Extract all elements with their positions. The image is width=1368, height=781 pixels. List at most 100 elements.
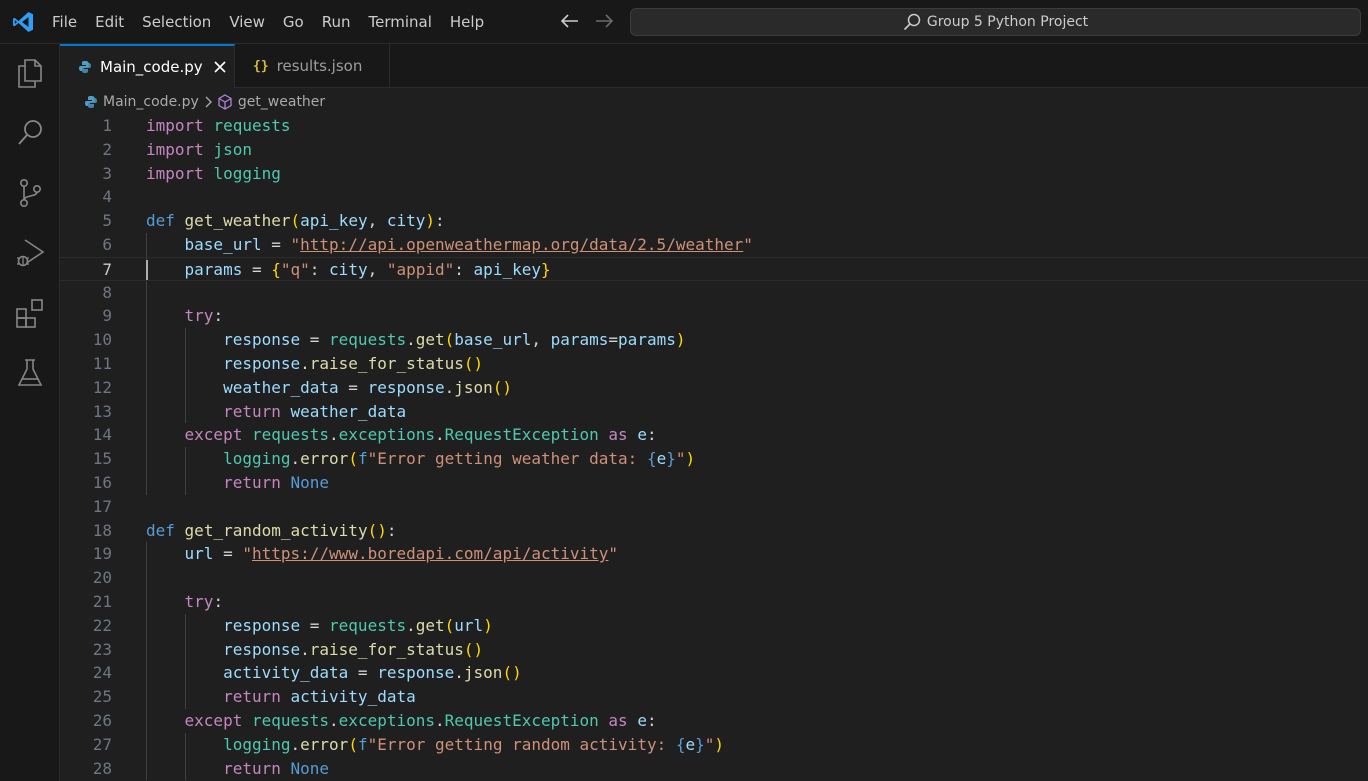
menu-selection[interactable]: Selection (133, 0, 220, 44)
code-token: activity_data (223, 663, 349, 683)
code-line[interactable]: 4 (60, 185, 1368, 209)
code-line[interactable]: 17 (60, 495, 1368, 519)
code-line[interactable]: 9 try: (60, 304, 1368, 329)
code-line[interactable]: 11 response.raise_for_status() (60, 351, 1368, 376)
code-token: response (367, 377, 445, 397)
indent-guide (146, 280, 147, 305)
code-line[interactable]: 27 logging.error(f"Error getting random … (60, 732, 1368, 757)
code-text: return None (146, 757, 329, 781)
source-control-icon[interactable] (14, 177, 46, 209)
code-line[interactable]: 10 response = requests.get(base_url, par… (60, 328, 1368, 352)
vscode-logo-icon[interactable] (11, 10, 35, 34)
title-bar: File Edit Selection View Go Run Terminal… (0, 0, 1368, 44)
code-token: () (367, 520, 387, 540)
code-editor[interactable]: 1 import requests 2 import json 3 import logg… (60, 114, 1368, 781)
back-arrow-icon[interactable] (560, 10, 580, 32)
code-text: except requests.exceptions.RequestExcept… (146, 709, 657, 733)
tab-results-json[interactable]: {} results.json (235, 44, 390, 88)
menu-edit[interactable]: Edit (86, 0, 133, 44)
code-token: . (300, 639, 310, 659)
explorer-icon[interactable] (14, 57, 46, 89)
code-token: ) (714, 734, 725, 754)
code-text: logging.error(f"Error getting random act… (146, 733, 724, 757)
code-line[interactable]: 7 params = {"q": city, "appid": api_key} (60, 256, 1368, 281)
code-line[interactable]: 23 response.raise_for_status() (60, 637, 1368, 662)
tab-main-code[interactable]: Main_code.py (60, 44, 235, 88)
code-token: as (608, 710, 628, 730)
code-line[interactable]: 19 url = "https://www.boredapi.com/api/a… (60, 542, 1368, 567)
menu-go[interactable]: Go (274, 0, 313, 44)
menu-terminal[interactable]: Terminal (360, 0, 441, 44)
code-line[interactable]: 13 return weather_data (60, 399, 1368, 424)
code-line[interactable]: 22 response = requests.get(url) (60, 613, 1368, 638)
code-line[interactable]: 8 (60, 280, 1368, 305)
code-line[interactable]: 24 activity_data = response.json() (60, 661, 1368, 686)
menu-run[interactable]: Run (313, 0, 360, 44)
menu-view[interactable]: View (220, 0, 274, 44)
code-line[interactable]: 12 weather_data = response.json() (60, 375, 1368, 400)
code-line[interactable]: 2 import json (60, 138, 1368, 162)
code-token: : (646, 710, 657, 730)
code-line[interactable]: 18 def get_random_activity(): (60, 519, 1368, 543)
menu-help[interactable]: Help (441, 0, 493, 44)
code-line[interactable]: 3 import logging (60, 162, 1368, 186)
forward-arrow-icon[interactable] (594, 10, 614, 32)
line-number: 14 (92, 425, 112, 445)
code-token: . (444, 377, 455, 397)
search-icon[interactable] (14, 117, 46, 149)
run-debug-icon[interactable] (14, 237, 46, 269)
tab-label: Main_code.py (100, 58, 203, 76)
line-number: 21 (92, 591, 112, 611)
code-text: url = "https://www.boredapi.com/api/acti… (146, 542, 619, 566)
code-token: . (329, 425, 339, 445)
code-token: . (300, 353, 310, 373)
testing-icon[interactable] (14, 357, 46, 389)
code-token: , (367, 211, 387, 231)
code-token: get_weather (184, 211, 291, 231)
code-line[interactable]: 1 import requests (60, 114, 1368, 138)
code-line[interactable]: 25 return activity_data (60, 685, 1368, 709)
menu-file[interactable]: File (43, 0, 86, 44)
editor-area: Main_code.py {} results.json Main_code.p… (60, 44, 1368, 781)
indent-guide (146, 566, 147, 590)
code-line[interactable]: 28 return None (60, 756, 1368, 781)
breadcrumb-symbol[interactable]: get_weather (238, 94, 325, 110)
tab-label: results.json (276, 57, 363, 75)
close-tab-icon[interactable] (213, 60, 227, 74)
code-token: response (223, 330, 301, 350)
line-number: 5 (102, 211, 112, 231)
line-number: 6 (102, 234, 112, 254)
code-token: : (454, 259, 474, 279)
code-text: except requests.exceptions.RequestExcept… (146, 423, 657, 447)
line-number: 28 (92, 758, 112, 778)
code-line[interactable]: 20 (60, 566, 1368, 590)
code-line[interactable]: 26 except requests.exceptions.RequestExc… (60, 708, 1368, 733)
code-token: ) (675, 330, 686, 350)
code-token: try (184, 306, 214, 326)
code-token: . (290, 449, 301, 469)
code-token: response (223, 639, 301, 659)
code-token: ( (444, 615, 455, 635)
breadcrumb-file[interactable]: Main_code.py (103, 94, 199, 110)
code-token: https://www.boredapi.com/api/activity (251, 544, 609, 564)
code-line[interactable]: 15 logging.error(f"Error getting weather… (60, 447, 1368, 471)
code-token: logging (223, 449, 291, 469)
extensions-icon[interactable] (14, 297, 46, 329)
code-token: api_key (473, 259, 541, 279)
code-line[interactable]: 14 except requests.exceptions.RequestExc… (60, 423, 1368, 448)
command-center-search[interactable]: Group 5 Python Project (630, 8, 1361, 36)
line-number: 11 (92, 353, 112, 373)
code-line[interactable]: 21 try: (60, 589, 1368, 614)
code-line[interactable]: 6 base_url = "http://api.openweathermap.… (60, 232, 1368, 257)
code-line[interactable]: 16 return None (60, 470, 1368, 495)
code-line[interactable]: 5 def get_weather(api_key, city): (60, 209, 1368, 233)
code-token: url (454, 615, 484, 635)
code-token: , (367, 259, 387, 279)
